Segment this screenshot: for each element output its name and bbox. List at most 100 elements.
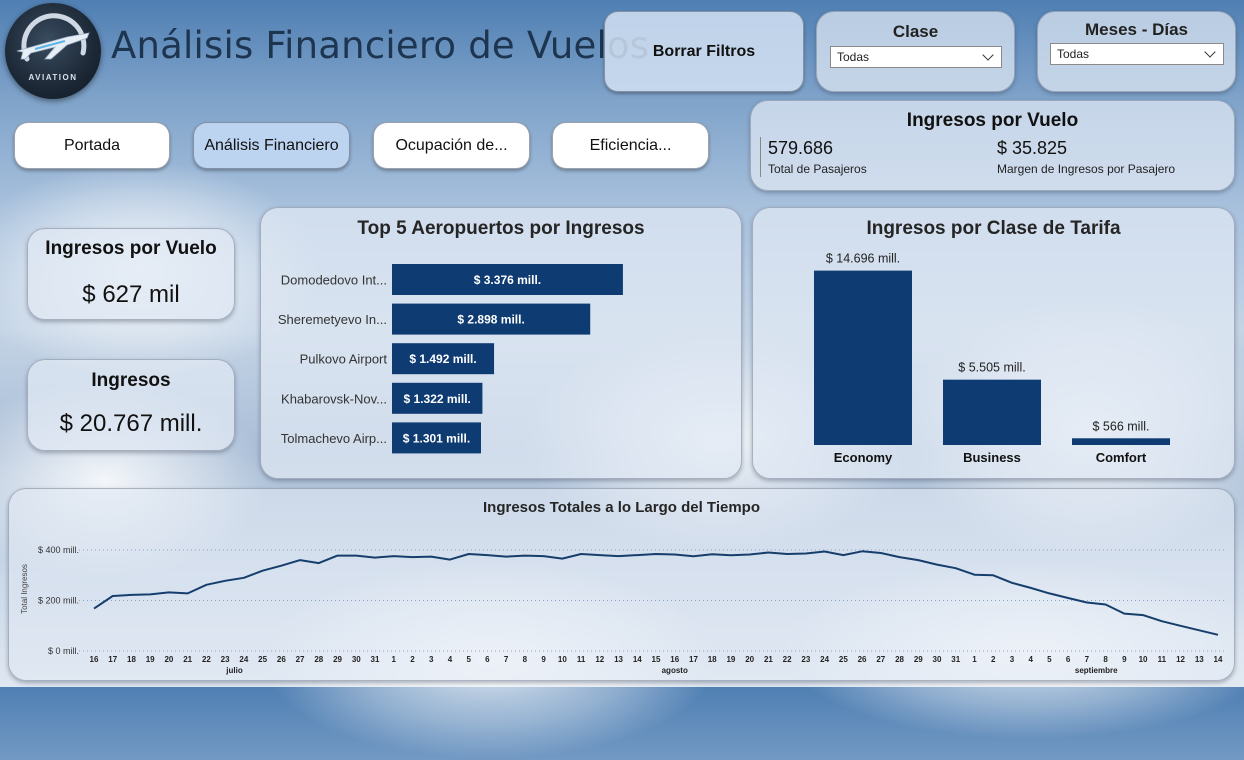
airport-data-label: $ 2.898 mill. xyxy=(457,313,524,327)
nav-ocupacion[interactable]: Ocupación de... xyxy=(373,122,530,169)
nav-analisis-financiero[interactable]: Análisis Financiero xyxy=(193,122,350,169)
x-tick-label: 20 xyxy=(164,655,173,664)
airport-category-label: Tolmachevo Airp... xyxy=(281,431,387,446)
fare-class-category-label: Business xyxy=(963,450,1021,465)
month-label: agosto xyxy=(662,666,688,675)
x-tick-label: 6 xyxy=(1066,655,1071,664)
x-tick-label: 23 xyxy=(221,655,230,664)
x-tick-label: 3 xyxy=(1010,655,1015,664)
x-tick-label: 24 xyxy=(239,655,248,664)
fare-class-data-label: $ 5.505 mill. xyxy=(958,361,1025,375)
meses-slicer-label: Meses - Días xyxy=(1085,20,1188,39)
x-tick-label: 12 xyxy=(595,655,604,664)
fare-class-bar xyxy=(814,270,912,445)
x-tick-label: 22 xyxy=(783,655,792,664)
revenue-over-time-svg: $ 400 mill. $ 200 mill. $ 0 mill. Total Ing… xyxy=(20,545,1224,675)
x-tick-label: 24 xyxy=(820,655,829,664)
divider xyxy=(760,137,761,177)
passengers-label: Total de Pasajeros xyxy=(768,162,867,176)
x-tick-label: 23 xyxy=(801,655,810,664)
clase-dropdown-value: Todas xyxy=(837,50,870,64)
top-airports-svg: Domodedovo Int... $ 3.376 mill. Sheremetye… xyxy=(278,264,623,454)
x-tick-label: 30 xyxy=(933,655,942,664)
x-tick-label: 25 xyxy=(258,655,267,664)
x-tick-label: 8 xyxy=(523,655,528,664)
x-tick-label: 13 xyxy=(1195,655,1204,664)
x-tick-label: 19 xyxy=(726,655,735,664)
logo-text: AVIATION xyxy=(28,73,77,82)
nav-analisis-financiero-label: Análisis Financiero xyxy=(204,136,339,154)
x-tick-label: 6 xyxy=(485,655,490,664)
margin-label: Margen de Ingresos por Pasajero xyxy=(997,162,1176,176)
page-title: Análisis Financiero de Vuelos xyxy=(111,24,650,67)
x-tick-label: 30 xyxy=(352,655,361,664)
x-tick-label: 4 xyxy=(1028,655,1033,664)
fare-class-svg: $ 14.696 mill. Economy $ 5.505 mill. Busine… xyxy=(814,252,1170,465)
x-tick-label: 20 xyxy=(745,655,754,664)
x-tick-label: 29 xyxy=(333,655,342,664)
chevron-down-icon xyxy=(982,49,994,61)
clase-dropdown[interactable]: Todas xyxy=(830,46,1002,68)
y-tick-label: $ 0 mill. xyxy=(48,646,79,656)
x-tick-label: 29 xyxy=(914,655,923,664)
kpi-per-flight-value: $ 627 mil xyxy=(82,281,180,308)
x-tick-label: 17 xyxy=(108,655,117,664)
clase-slicer-label: Clase xyxy=(892,22,939,41)
kpi-per-flight-title: Ingresos por Vuelo xyxy=(45,238,217,259)
x-tick-label: 7 xyxy=(504,655,509,664)
clear-filters-label: Borrar Filtros xyxy=(652,42,756,60)
x-tick-label: 26 xyxy=(858,655,867,664)
x-tick-label: 14 xyxy=(1214,655,1223,664)
x-tick-label: 11 xyxy=(577,655,586,664)
meses-dropdown-value: Todas xyxy=(1057,47,1090,61)
nav-ocupacion-label: Ocupación de... xyxy=(395,136,508,154)
y-tick-label: $ 200 mill. xyxy=(38,596,79,606)
y-tick-label: $ 400 mill. xyxy=(38,545,79,555)
x-tick-label: 25 xyxy=(839,655,848,664)
x-tick-label: 21 xyxy=(183,655,192,664)
nav-portada[interactable]: Portada xyxy=(14,122,170,169)
chevron-down-icon xyxy=(1204,46,1216,58)
airplane-icon: AVIATION xyxy=(16,13,90,82)
airport-category-label: Pulkovo Airport xyxy=(300,352,388,367)
kpi-per-flight: Ingresos por Vuelo $ 627 mil xyxy=(27,228,235,320)
x-tick-label: 10 xyxy=(558,655,567,664)
nav-eficiencia[interactable]: Eficiencia... xyxy=(552,122,709,169)
clear-filters-button[interactable]: Borrar Filtros xyxy=(604,11,804,92)
x-tick-label: 31 xyxy=(371,655,380,664)
revenue-over-time-chart: Ingresos Totales a lo Largo del Tiempo $… xyxy=(8,488,1235,681)
x-tick-label: 16 xyxy=(90,655,99,664)
x-tick-label: 18 xyxy=(708,655,717,664)
meses-slicer: Meses - Días Todas xyxy=(1037,11,1236,92)
x-tick-label: 11 xyxy=(1158,655,1167,664)
x-tick-label: 13 xyxy=(614,655,623,664)
meses-dropdown[interactable]: Todas xyxy=(1050,43,1224,65)
fare-class-bar xyxy=(943,379,1041,445)
fare-class-category-label: Economy xyxy=(834,450,893,465)
top-airports-chart: Top 5 Aeropuertos por Ingresos Domodedov… xyxy=(260,207,742,479)
x-tick-label: 1 xyxy=(392,655,397,664)
x-tick-label: 7 xyxy=(1085,655,1090,664)
nav-portada-label: Portada xyxy=(63,136,121,154)
kpi-total: Ingresos $ 20.767 mill. xyxy=(27,359,235,451)
airport-data-label: $ 1.492 mill. xyxy=(409,352,476,366)
nav-eficiencia-label: Eficiencia... xyxy=(589,136,672,154)
x-tick-label: 3 xyxy=(429,655,434,664)
x-tick-label: 27 xyxy=(296,655,305,664)
x-tick-label: 26 xyxy=(277,655,286,664)
x-tick-label: 28 xyxy=(895,655,904,664)
airport-data-label: $ 1.322 mill. xyxy=(404,392,471,406)
x-tick-label: 1 xyxy=(972,655,977,664)
x-tick-label: 2 xyxy=(991,655,996,664)
x-tick-label: 9 xyxy=(1122,655,1127,664)
summary-card: Ingresos por Vuelo 579.686 Total de Pasa… xyxy=(750,100,1235,191)
airport-data-label: $ 3.376 mill. xyxy=(474,273,541,287)
kpi-total-value: $ 20.767 mill. xyxy=(59,410,203,437)
passengers-value: 579.686 xyxy=(768,138,834,158)
x-tick-label: 12 xyxy=(1176,655,1185,664)
x-tick-label: 31 xyxy=(951,655,960,664)
margin-value: $ 35.825 xyxy=(997,138,1068,158)
summary-title: Ingresos por Vuelo xyxy=(906,110,1079,131)
airport-category-label: Khabarovsk-Nov... xyxy=(281,391,387,406)
revenue-series-line xyxy=(93,550,1219,636)
